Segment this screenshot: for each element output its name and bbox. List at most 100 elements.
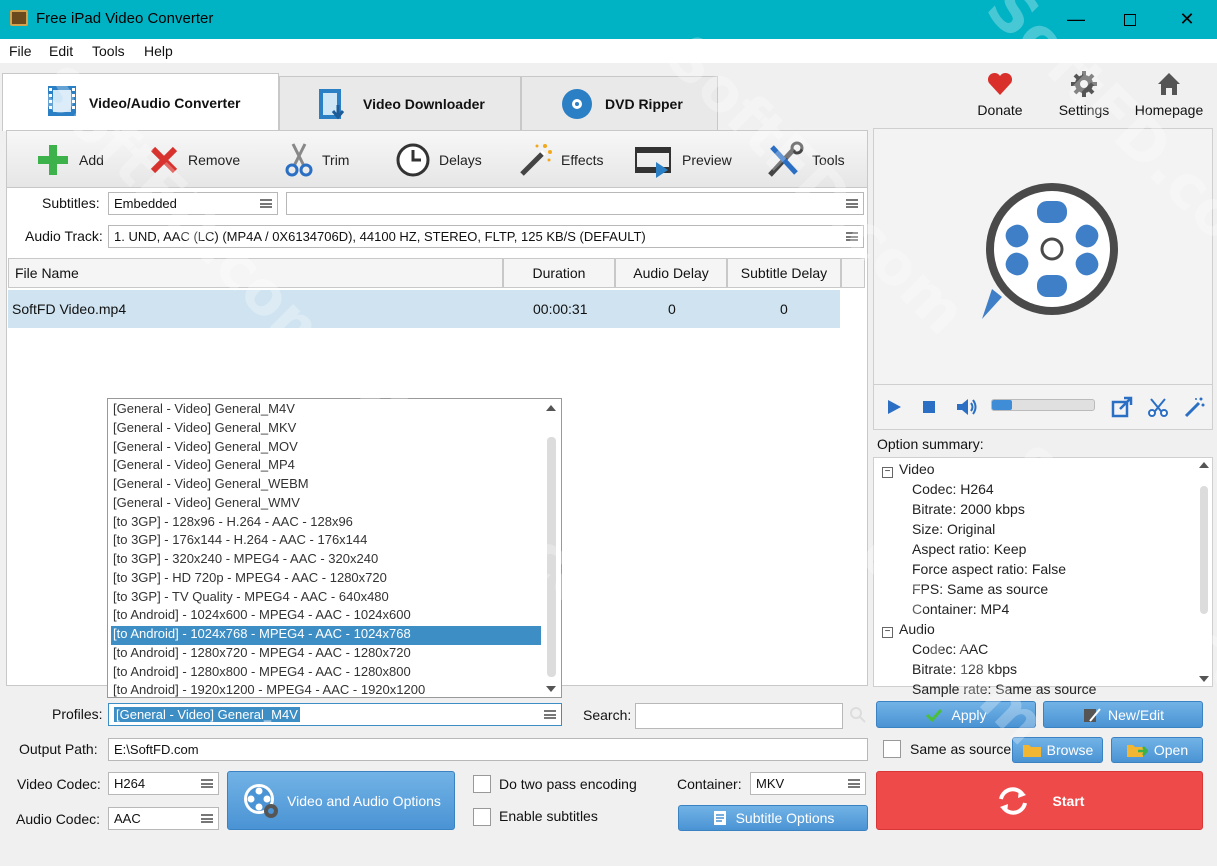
container-select[interactable]: MKV (750, 772, 866, 795)
profile-option[interactable]: [to Android] - 1024x768 - MPEG4 - AAC - … (111, 626, 541, 645)
table-row[interactable]: SoftFD Video.mp4 00:00:31 0 0 (8, 290, 840, 328)
menu-file[interactable]: File (9, 43, 32, 59)
collapse-icon[interactable]: − (882, 627, 893, 638)
remove-button[interactable]: Remove (148, 141, 240, 179)
profile-option[interactable]: [to Android] - 1920x1200 - MPEG4 - AAC -… (111, 682, 541, 701)
menu-help[interactable]: Help (144, 43, 173, 59)
dropdown-icon (544, 710, 556, 719)
dropdown-scrollbar[interactable] (543, 401, 559, 695)
effects-button[interactable]: Effects (517, 141, 604, 179)
enable-subtitles-checkbox[interactable] (473, 808, 491, 826)
menu-edit[interactable]: Edit (49, 43, 73, 59)
download-film-icon (319, 89, 345, 120)
menu-bar: File Edit Tools Help (0, 39, 1217, 63)
video-audio-options-button[interactable]: Video and Audio Options (227, 771, 455, 830)
scroll-down-icon[interactable] (1199, 676, 1209, 682)
profile-option[interactable]: [to 3GP] - TV Quality - MPEG4 - AAC - 64… (111, 589, 541, 608)
progress-fill (992, 400, 1013, 410)
start-button[interactable]: Start (876, 771, 1203, 830)
column-header-audio-delay[interactable]: Audio Delay (615, 258, 727, 288)
title-bar: Free iPad Video Converter — ✕ (0, 0, 1217, 39)
scroll-up-icon[interactable] (1199, 462, 1209, 468)
stop-icon[interactable] (922, 400, 936, 414)
summary-item: Codec: AAC (912, 641, 989, 657)
profile-option[interactable]: [General - Video] General_WEBM (111, 476, 541, 495)
profile-option[interactable]: [General - Video] General_MP4 (111, 457, 541, 476)
homepage-label: Homepage (1134, 102, 1204, 118)
cut-icon[interactable] (1147, 396, 1169, 418)
profile-dropdown-list[interactable]: [General - Video] General_M4V [General - … (107, 398, 562, 698)
apply-label: Apply (951, 706, 987, 723)
tree-node-audio[interactable]: − Audio (882, 621, 935, 638)
homepage-link[interactable]: Homepage (1134, 70, 1204, 118)
collapse-icon[interactable]: − (882, 467, 893, 478)
summary-scrollbar[interactable] (1197, 460, 1211, 686)
summary-item: Sample rate: Same as source (912, 681, 1097, 697)
search-input[interactable] (635, 703, 843, 729)
scroll-up-icon[interactable] (546, 405, 556, 411)
audio-codec-select[interactable]: AAC (108, 807, 219, 830)
tab-label: Video Downloader (363, 95, 485, 112)
profile-option[interactable]: [to Android] - 1280x800 - MPEG4 - AAC - … (111, 664, 541, 683)
settings-link[interactable]: Settings (1049, 70, 1119, 118)
open-button[interactable]: Open (1111, 737, 1203, 763)
tab-video-audio-converter[interactable]: Video/Audio Converter (2, 73, 279, 131)
open-label: Open (1153, 742, 1189, 758)
tab-dvd-ripper[interactable]: DVD Ripper (521, 76, 718, 130)
add-button[interactable]: Add (35, 141, 104, 179)
profile-option[interactable]: [to 3GP] - 176x144 - H.264 - AAC - 176x1… (111, 532, 541, 551)
profile-option[interactable]: [to Android] - 1024x600 - MPEG4 - AAC - … (111, 607, 541, 626)
magic-wand-icon (520, 144, 552, 176)
maximize-button[interactable] (1103, 0, 1157, 39)
scroll-down-icon[interactable] (546, 686, 556, 692)
external-open-icon[interactable] (1111, 396, 1133, 418)
subtitles-file-select[interactable] (286, 192, 864, 215)
tools-icon (768, 141, 804, 177)
same-as-source-checkbox[interactable] (883, 740, 901, 758)
profile-option[interactable]: [to Android] - 1280x720 - MPEG4 - AAC - … (111, 645, 541, 664)
column-header-file-name[interactable]: File Name (8, 258, 503, 288)
minimize-button[interactable]: — (1049, 0, 1103, 39)
subtitle-options-button[interactable]: Subtitle Options (678, 805, 868, 831)
search-icon[interactable] (849, 706, 867, 724)
summary-item: Size: Original (912, 521, 996, 537)
new-edit-label: New/Edit (1107, 706, 1165, 723)
app-icon (10, 10, 28, 26)
scroll-thumb[interactable] (547, 437, 556, 677)
menu-tools[interactable]: Tools (92, 43, 125, 59)
column-header-extra (841, 258, 865, 288)
effects-wand-icon[interactable] (1183, 396, 1205, 418)
progress-track[interactable] (991, 399, 1095, 411)
tab-video-downloader[interactable]: Video Downloader (279, 76, 521, 130)
profiles-select[interactable]: [General - Video] General_M4V (108, 703, 562, 726)
audio-track-select[interactable]: 1. UND, AAC (LC) (MP4A / 0X6134706D), 44… (108, 225, 864, 248)
column-header-subtitle-delay[interactable]: Subtitle Delay (727, 258, 841, 288)
volume-icon[interactable] (956, 397, 978, 417)
profile-option[interactable]: [General - Video] General_WMV (111, 495, 541, 514)
donate-link[interactable]: Donate (965, 70, 1035, 118)
column-header-duration[interactable]: Duration (503, 258, 615, 288)
profile-option[interactable]: [General - Video] General_MKV (111, 420, 541, 439)
preview-button[interactable]: Preview (634, 141, 732, 179)
close-button[interactable]: ✕ (1160, 0, 1214, 39)
output-path-input[interactable]: E:\SoftFD.com (108, 738, 868, 761)
tools-button[interactable]: Tools (764, 141, 845, 179)
video-codec-select[interactable]: H264 (108, 772, 219, 795)
profile-option[interactable]: [General - Video] General_MOV (111, 439, 541, 458)
tree-node-video[interactable]: − Video (882, 461, 935, 478)
delays-button[interactable]: Delays (395, 141, 482, 179)
browse-button[interactable]: Browse (1012, 737, 1103, 763)
profile-option[interactable]: [to 3GP] - 320x240 - MPEG4 - AAC - 320x2… (111, 551, 541, 570)
apply-button[interactable]: Apply (876, 701, 1036, 728)
profile-option[interactable]: [to 3GP] - 128x96 - H.264 - AAC - 128x96 (111, 514, 541, 533)
tools-label: Tools (812, 152, 845, 168)
effects-label: Effects (561, 152, 604, 168)
trim-button[interactable]: Trim (284, 141, 349, 179)
scroll-thumb[interactable] (1200, 486, 1208, 614)
profile-option[interactable]: [to 3GP] - HD 720p - MPEG4 - AAC - 1280x… (111, 570, 541, 589)
profile-option[interactable]: [General - Video] General_M4V (111, 401, 541, 420)
subtitles-select[interactable]: Embedded (108, 192, 278, 215)
two-pass-checkbox[interactable] (473, 775, 491, 793)
play-icon[interactable] (886, 399, 902, 415)
new-edit-button[interactable]: New/Edit (1043, 701, 1203, 728)
